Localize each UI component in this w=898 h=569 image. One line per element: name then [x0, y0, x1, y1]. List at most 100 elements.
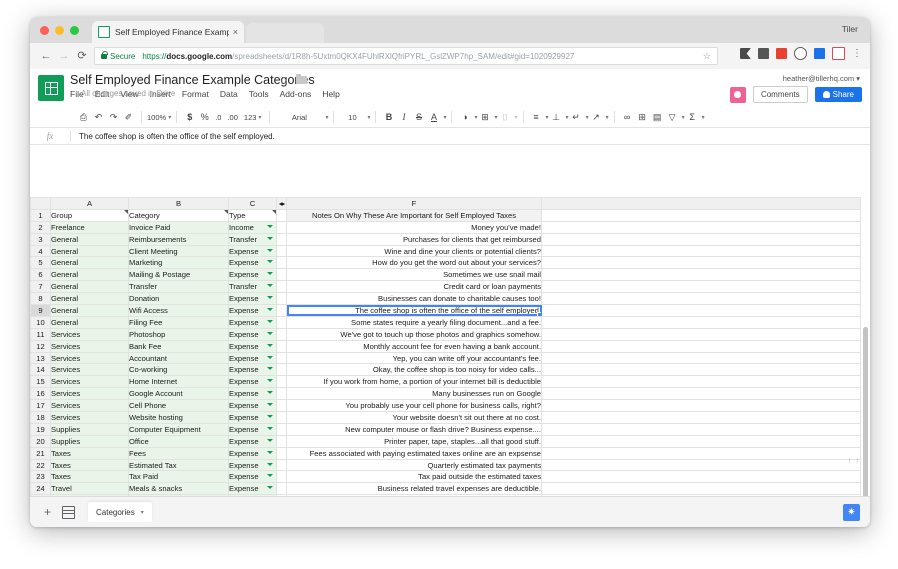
- cell-category[interactable]: Wifi Access: [128, 304, 229, 317]
- table-row[interactable]: 1 Group Category Type Notes On Why These Are…: [30, 208, 861, 222]
- cell-empty-area[interactable]: [541, 280, 861, 294]
- cell-notes[interactable]: Business related travel expenses are ded…: [286, 482, 542, 496]
- back-icon[interactable]: ←: [38, 49, 54, 63]
- cell-notes[interactable]: Tax paid outside the estimated taxes: [286, 470, 542, 484]
- gutter-cell[interactable]: [276, 339, 287, 353]
- gutter-cell[interactable]: [276, 399, 287, 413]
- row-header[interactable]: 21: [30, 446, 51, 460]
- table-row[interactable]: 11 Services Photoshop Expense We've got to t…: [30, 327, 861, 341]
- table-row[interactable]: 6 General Mailing & Postage Expense Sometime…: [30, 268, 861, 282]
- dropdown-arrow-icon[interactable]: [267, 355, 273, 359]
- gutter-cell[interactable]: [276, 375, 287, 389]
- cell-notes[interactable]: If you work from home, a portion of your…: [286, 375, 542, 389]
- cell-category[interactable]: Filing Fee: [128, 315, 229, 329]
- row-header[interactable]: 11: [30, 327, 51, 341]
- gutter-cell[interactable]: [276, 422, 287, 436]
- resize-nub-icon[interactable]: ⁞: [849, 459, 851, 465]
- cell-notes[interactable]: Many businesses run on Google: [286, 387, 542, 401]
- browser-menu-icon[interactable]: ⋮: [852, 49, 862, 59]
- table-row[interactable]: 15 Services Home Internet Expense If you wor…: [30, 375, 861, 389]
- cell-category[interactable]: Photoshop: [128, 327, 229, 341]
- cell-group[interactable]: Freelance: [50, 220, 129, 234]
- formula-input-value[interactable]: The coffee shop is often the office of t…: [71, 132, 275, 141]
- dropdown-arrow-icon[interactable]: [267, 319, 273, 323]
- gutter-cell[interactable]: [276, 208, 287, 222]
- gutter-cell[interactable]: [276, 470, 287, 484]
- cell-empty-area[interactable]: [541, 458, 861, 472]
- row-header[interactable]: 14: [30, 363, 51, 377]
- gutter-cell[interactable]: [276, 256, 287, 270]
- clock-extension-icon[interactable]: [794, 47, 807, 60]
- cell-category[interactable]: Accountant: [128, 351, 229, 365]
- cell-type[interactable]: Expense: [228, 363, 277, 377]
- expand-right-arrow-icon[interactable]: ▸: [282, 199, 286, 208]
- table-row[interactable]: 2 Freelance Invoice Paid Income Money you've…: [30, 220, 861, 234]
- dropdown-arrow-icon[interactable]: [267, 474, 273, 478]
- cell-type[interactable]: Expense: [228, 327, 277, 341]
- gutter-cell[interactable]: [276, 446, 287, 460]
- dropdown-arrow-icon[interactable]: [267, 308, 273, 312]
- borders-icon[interactable]: ⊞: [478, 109, 493, 125]
- cell-empty-area[interactable]: [541, 399, 861, 413]
- cell-type[interactable]: Expense: [228, 339, 277, 353]
- cell-category[interactable]: Home Internet: [128, 375, 229, 389]
- cell-category[interactable]: Google Account: [128, 387, 229, 401]
- redo-icon[interactable]: ↷: [106, 109, 121, 125]
- cell-empty-area[interactable]: [541, 351, 861, 365]
- column-header-a[interactable]: A: [50, 197, 129, 210]
- menu-addons[interactable]: Add-ons: [280, 89, 312, 99]
- table-row[interactable]: 21 Taxes Fees Expense Fees associated with p…: [30, 446, 861, 460]
- cell-notes[interactable]: Okay, the coffee shop is too noisy for v…: [286, 363, 542, 377]
- gutter-cell[interactable]: [276, 458, 287, 472]
- cell-notes[interactable]: Some states require a yearly filing docu…: [286, 315, 542, 329]
- gutter-cell[interactable]: [276, 292, 287, 306]
- cell-notes[interactable]: Money you've made!: [286, 220, 542, 234]
- folder-icon[interactable]: [296, 74, 307, 84]
- gutter-cell[interactable]: [276, 434, 287, 448]
- cell-notes[interactable]: Printer paper, tape, staples...all that …: [286, 434, 542, 448]
- dropdown-arrow-icon[interactable]: [267, 343, 273, 347]
- dropdown-arrow-icon[interactable]: [267, 260, 273, 264]
- cell-type[interactable]: Expense: [228, 256, 277, 270]
- cell-empty-area[interactable]: [541, 292, 861, 306]
- forward-icon[interactable]: →: [56, 49, 72, 63]
- address-bar[interactable]: Secure https://docs.google.com/spreadshe…: [94, 47, 718, 65]
- font-family-selector[interactable]: Arial: [275, 113, 323, 122]
- cell-notes[interactable]: Sometimes we use snail mail: [286, 268, 542, 282]
- gutter-cell[interactable]: [276, 244, 287, 258]
- cell-group[interactable]: General: [50, 244, 129, 258]
- cell-notes[interactable]: Your website doesn't sit out there at no…: [286, 411, 542, 424]
- sheet-tab-categories[interactable]: Categories ▾: [88, 502, 152, 522]
- dropdown-arrow-icon[interactable]: [267, 462, 273, 466]
- resize-nub-icon[interactable]: ⁞: [856, 459, 858, 465]
- dropdown-arrow-icon[interactable]: [267, 248, 273, 252]
- row-header[interactable]: 15: [30, 375, 51, 389]
- dropdown-arrow-icon[interactable]: [267, 379, 273, 383]
- cell-category[interactable]: Meals & snacks: [128, 482, 229, 496]
- percent-format-button[interactable]: %: [197, 109, 212, 125]
- cell-notes[interactable]: Businesses can donate to charitable caus…: [286, 292, 542, 306]
- menu-data[interactable]: Data: [220, 89, 238, 99]
- row-header[interactable]: 17: [30, 399, 51, 413]
- cell-notes[interactable]: Fees associated with paying estimated ta…: [286, 446, 542, 460]
- row-header[interactable]: 23: [30, 470, 51, 484]
- gutter-cell[interactable]: [276, 220, 287, 234]
- cell-notes[interactable]: Quarterly estimated tax payments: [286, 458, 542, 472]
- pink-extension-icon[interactable]: [832, 47, 845, 60]
- dropdown-arrow-icon[interactable]: [267, 403, 273, 407]
- formula-bar[interactable]: fx The coffee shop is often the office o…: [30, 128, 870, 145]
- cell-notes[interactable]: The coffee shop is often the office of t…: [286, 304, 542, 317]
- cell-group[interactable]: Services: [50, 363, 129, 377]
- currency-format-button[interactable]: $: [182, 109, 197, 125]
- print-icon[interactable]: ⎙: [76, 109, 91, 125]
- cell-empty-area[interactable]: [541, 315, 861, 329]
- hidden-columns-toggle[interactable]: ◂▸: [276, 197, 287, 210]
- cell-category[interactable]: Marketing: [128, 256, 229, 270]
- cell-group[interactable]: Taxes: [50, 446, 129, 460]
- table-row[interactable]: 4 General Client Meeting Expense Wine and di…: [30, 244, 861, 258]
- chevron-down-icon[interactable]: ▾: [141, 509, 144, 516]
- cell-category[interactable]: Fees: [128, 446, 229, 460]
- insert-chart-icon[interactable]: ▤: [650, 109, 665, 125]
- cell-empty-area[interactable]: [541, 244, 861, 258]
- table-row[interactable]: 22 Taxes Estimated Tax Expense Quarterly est…: [30, 458, 861, 472]
